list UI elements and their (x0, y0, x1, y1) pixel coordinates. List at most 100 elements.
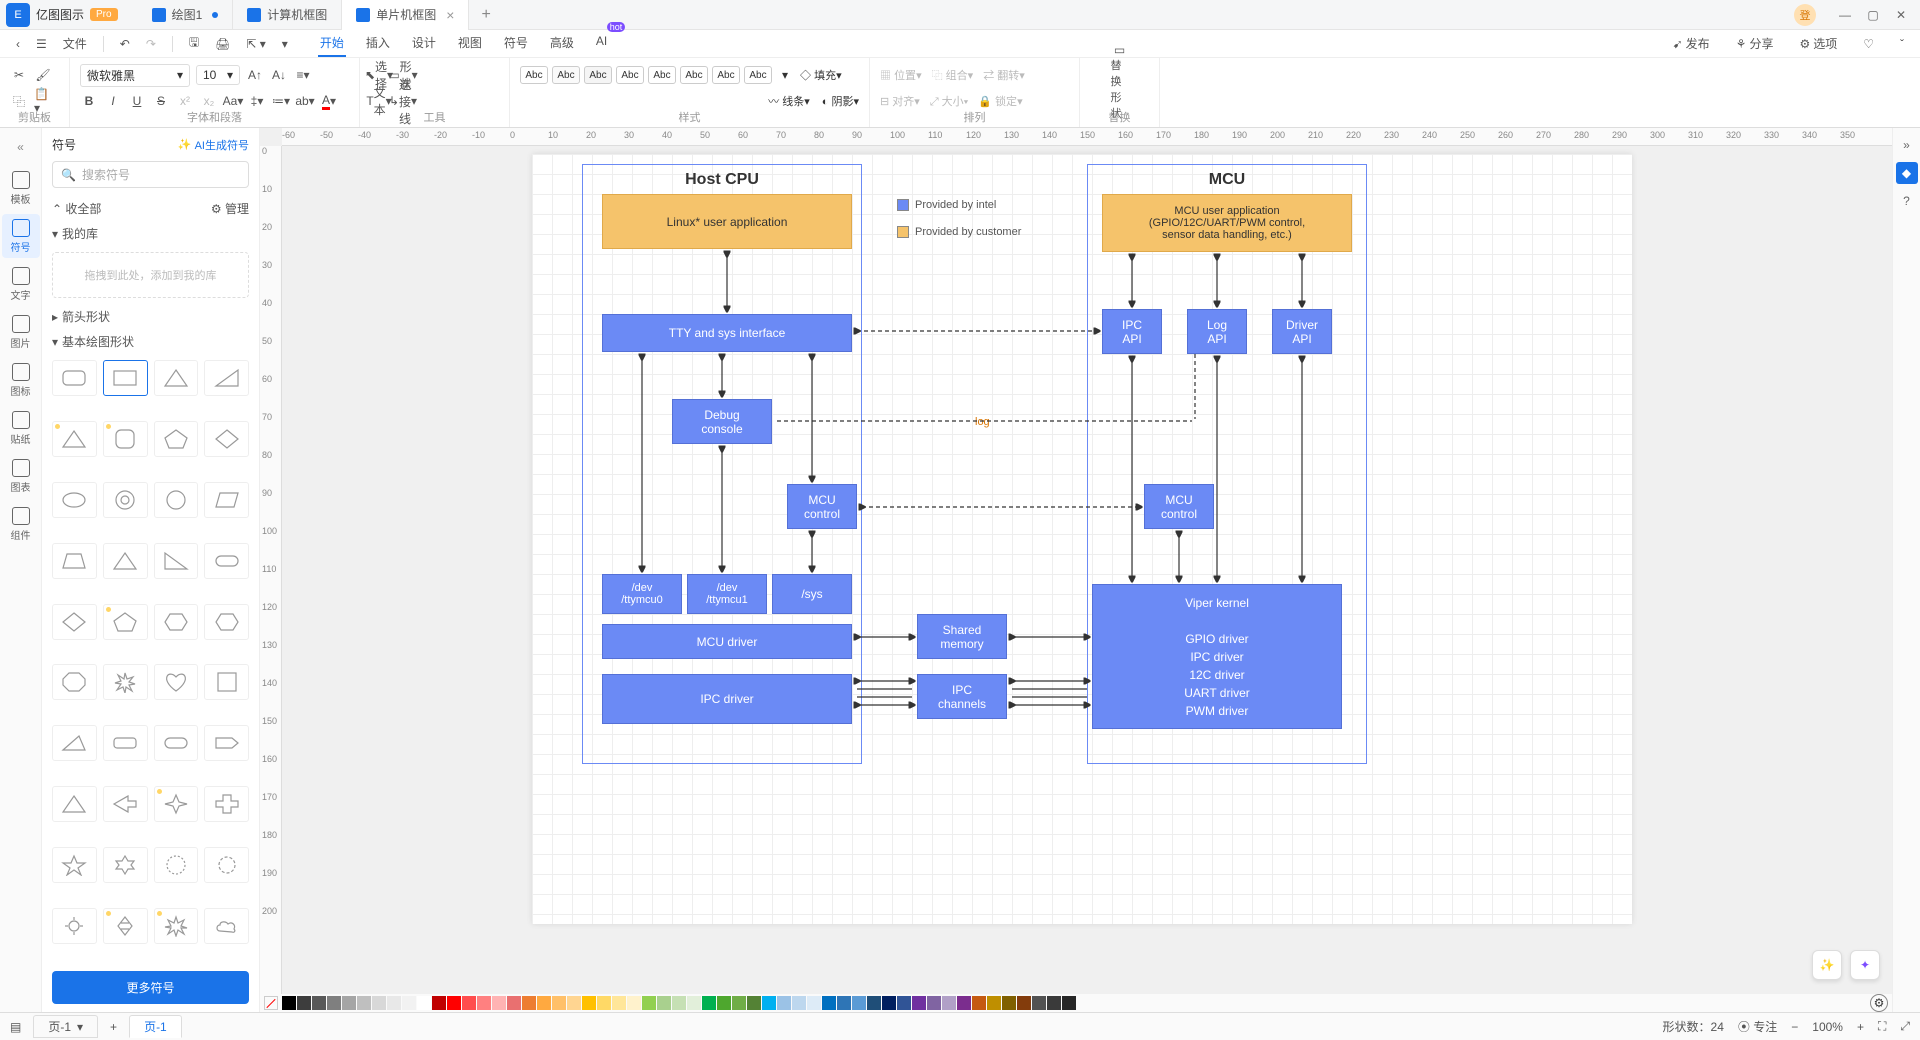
style-preset[interactable]: Abc (552, 66, 580, 84)
shape-arrow[interactable] (103, 786, 148, 822)
subscript-icon[interactable]: x₂ (200, 92, 218, 110)
color-swatch[interactable] (912, 996, 926, 1010)
dropzone[interactable]: 拖拽到此处，添加到我的库 (52, 252, 249, 298)
color-swatch[interactable] (522, 996, 536, 1010)
tab-doc2[interactable]: 计算机框图 (233, 0, 342, 30)
shape-tri4[interactable] (52, 786, 97, 822)
color-swatch[interactable] (822, 996, 836, 1010)
italic-icon[interactable]: I (104, 92, 122, 110)
position-button[interactable]: ▦ 位置▾ (880, 67, 922, 83)
paste-icon[interactable]: 📋▾ (34, 92, 52, 110)
shadow-button[interactable]: ◐ 阴影▾ (822, 93, 859, 109)
fullscreen-icon[interactable]: ⤢ (1900, 1019, 1910, 1034)
color-swatch[interactable] (552, 996, 566, 1010)
color-swatch[interactable] (357, 996, 371, 1010)
color-swatch[interactable] (387, 996, 401, 1010)
color-swatch[interactable] (417, 996, 431, 1010)
color-swatch[interactable] (312, 996, 326, 1010)
color-swatch[interactable] (807, 996, 821, 1010)
color-swatch[interactable] (717, 996, 731, 1010)
font-shrink-icon[interactable]: A↓ (270, 66, 288, 84)
collapse-all-button[interactable]: ⌃ 收全部 (52, 200, 101, 217)
close-window-icon[interactable]: ✕ (1894, 8, 1908, 22)
color-swatch[interactable] (342, 996, 356, 1010)
export-button[interactable]: ⇱ ▾ (240, 34, 271, 54)
color-swatch[interactable] (972, 996, 986, 1010)
shape-pentagon2[interactable] (103, 604, 148, 640)
align-button[interactable]: ⊟ 对齐▾ (880, 93, 920, 109)
color-swatch[interactable] (282, 996, 296, 1010)
shape-square[interactable] (204, 664, 249, 700)
color-swatch[interactable] (882, 996, 896, 1010)
color-swatch[interactable] (432, 996, 446, 1010)
font-family-select[interactable]: 微软雅黑▾ (80, 64, 190, 87)
font-grow-icon[interactable]: A↑ (246, 66, 264, 84)
shape-sun[interactable] (52, 908, 97, 944)
color-swatch[interactable] (402, 996, 416, 1010)
color-swatch[interactable] (837, 996, 851, 1010)
shape-triangle2[interactable] (52, 421, 97, 457)
shape-parallelogram[interactable] (204, 482, 249, 518)
shape-burst[interactable] (103, 664, 148, 700)
close-icon[interactable]: × (446, 7, 454, 23)
shape-diamond3[interactable] (103, 908, 148, 944)
shape-heart[interactable] (154, 664, 199, 700)
colorwheel-icon[interactable]: ⚙ (1870, 994, 1888, 1012)
style-preset[interactable]: Abc (744, 66, 772, 84)
tab-design[interactable]: 设计 (410, 30, 438, 57)
color-swatch[interactable] (957, 996, 971, 1010)
color-swatch[interactable] (492, 996, 506, 1010)
expand-right-icon[interactable]: » (1896, 134, 1918, 156)
box-log-api[interactable]: Log API (1187, 309, 1247, 354)
box-mcu-driver[interactable]: MCU driver (602, 624, 852, 659)
shape-circle[interactable] (154, 482, 199, 518)
add-page-button[interactable]: + (110, 1020, 117, 1034)
shape-pill[interactable] (154, 725, 199, 761)
color-swatch[interactable] (942, 996, 956, 1010)
file-menu[interactable]: 文件 (57, 32, 93, 55)
color-swatch[interactable] (447, 996, 461, 1010)
shape-ellipse[interactable] (52, 482, 97, 518)
rail-chart[interactable]: 图表 (2, 454, 40, 498)
new-tab-button[interactable]: + (469, 6, 502, 24)
color-swatch[interactable] (867, 996, 881, 1010)
options-button[interactable]: ⚙ 选项 (1793, 32, 1843, 55)
cut-icon[interactable]: ✂ (10, 66, 28, 84)
shape-trapezoid[interactable] (52, 543, 97, 579)
shape-rect[interactable] (103, 360, 148, 396)
shape-roundrect[interactable] (52, 360, 97, 396)
box-mcu-app[interactable]: MCU user application (GPIO/12C/UART/PWM … (1102, 194, 1352, 252)
more-symbols-button[interactable]: 更多符号 (52, 971, 249, 1004)
strike-icon[interactable]: S (152, 92, 170, 110)
rail-text[interactable]: 文字 (2, 262, 40, 306)
bold-icon[interactable]: B (80, 92, 98, 110)
line-button[interactable]: 〰 线条▾ (768, 93, 810, 109)
menu-icon[interactable]: ☰ (30, 34, 53, 54)
box-ipc-channels[interactable]: IPC channels (917, 674, 1007, 719)
superscript-icon[interactable]: x² (176, 92, 194, 110)
search-input[interactable]: 🔍 搜索符号 (52, 161, 249, 188)
box-mcu-ctl1[interactable]: MCU control (787, 484, 857, 529)
magic-button[interactable]: ✨ (1812, 950, 1842, 980)
user-avatar[interactable]: 登 (1794, 4, 1816, 26)
box-ipc-driver[interactable]: IPC driver (602, 674, 852, 724)
color-swatch[interactable] (1062, 996, 1076, 1010)
canvas[interactable]: Host CPU MCU Provided by intel Provided … (282, 146, 1892, 994)
align-icon[interactable]: ≡▾ (294, 66, 312, 84)
color-swatch[interactable] (1047, 996, 1061, 1010)
color-swatch[interactable] (642, 996, 656, 1010)
focus-button[interactable]: ⦿ 专注 (1738, 1018, 1777, 1035)
tab-insert[interactable]: 插入 (364, 30, 392, 57)
highlight-icon[interactable]: ab▾ (296, 92, 314, 110)
shape-octagon[interactable] (52, 664, 97, 700)
case-icon[interactable]: Aa▾ (224, 92, 242, 110)
tab-ai[interactable]: AI (594, 30, 609, 57)
rail-sticker[interactable]: 贴纸 (2, 406, 40, 450)
shape-chevron[interactable] (204, 725, 249, 761)
more-button[interactable]: ▾ (276, 34, 294, 54)
undo-button[interactable]: ↶ (114, 34, 136, 54)
list-icon[interactable]: ≔▾ (272, 92, 290, 110)
color-swatch[interactable] (792, 996, 806, 1010)
color-swatch[interactable] (567, 996, 581, 1010)
style-preset[interactable]: Abc (680, 66, 708, 84)
